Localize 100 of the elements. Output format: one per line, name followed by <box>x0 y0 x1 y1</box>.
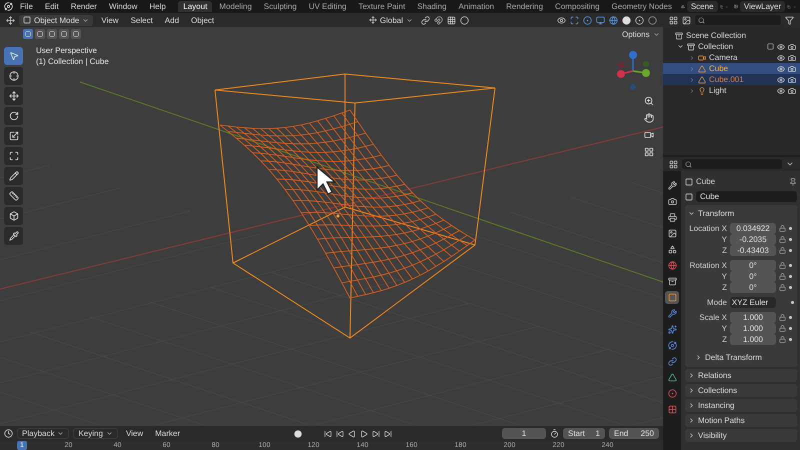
outliner-row[interactable]: Camera <box>663 52 800 63</box>
subpanel-header[interactable]: Delta Transform <box>685 351 797 363</box>
panel-header[interactable]: Instancing <box>685 399 797 412</box>
pencil-icon <box>8 171 18 181</box>
origin-dot <box>336 214 340 218</box>
menu-item[interactable]: Edit <box>40 2 64 11</box>
panel-header[interactable]: Relations <box>685 369 797 382</box>
triangle-icon <box>668 373 676 382</box>
camera-icon <box>698 54 706 62</box>
tool-button[interactable] <box>4 47 23 65</box>
options-dropdown[interactable]: Options <box>618 29 663 40</box>
timer-icon <box>550 429 559 438</box>
tool-button[interactable] <box>4 147 23 165</box>
keyframe-dot[interactable] <box>789 327 792 330</box>
number-field[interactable]: 0° <box>730 282 776 293</box>
outliner-row[interactable]: Cube.001 <box>663 74 800 85</box>
menu-item[interactable]: Render <box>66 2 102 11</box>
camera-icon <box>668 197 676 206</box>
keyframe-dot[interactable] <box>791 301 794 304</box>
outliner-row[interactable]: Scene Collection <box>663 30 800 41</box>
outliner-row[interactable]: Collection <box>663 41 800 52</box>
menu-item[interactable]: View <box>97 14 123 26</box>
menu-item[interactable]: Object <box>187 14 218 26</box>
workspace-tab[interactable]: UV Editing <box>304 1 352 12</box>
menu-item[interactable]: File <box>15 2 38 11</box>
workspace-tab[interactable]: Texture Paint <box>353 1 410 12</box>
number-field[interactable]: -0.43403 <box>730 245 776 256</box>
panel-header[interactable]: Collections <box>685 384 797 397</box>
keyframe-dot[interactable] <box>789 275 792 278</box>
menu-item[interactable]: Select <box>126 14 157 26</box>
caret-icon <box>57 430 64 437</box>
search-field[interactable] <box>695 15 781 25</box>
panel-header[interactable]: Visibility <box>685 429 797 442</box>
3d-viewport[interactable]: Options User Perspective (1) Collection | Cube <box>0 27 663 426</box>
mode-dropdown[interactable]: Object Mode <box>19 14 94 26</box>
expand-toggle[interactable] <box>677 43 684 50</box>
tool-button[interactable] <box>4 67 23 85</box>
tool-button[interactable] <box>4 107 23 125</box>
tool-button[interactable] <box>4 167 23 185</box>
search-icon <box>685 160 692 168</box>
orientation-dropdown[interactable]: Global <box>364 14 417 26</box>
tool-icon <box>668 181 676 190</box>
keyframe-dot[interactable] <box>789 238 792 241</box>
keyframe-dot[interactable] <box>789 264 792 267</box>
workspace-tab[interactable]: Rendering <box>501 1 548 12</box>
number-field[interactable]: 0.034922 <box>730 223 776 234</box>
menu-item[interactable]: Playback <box>17 428 70 439</box>
name-field[interactable]: Cube <box>696 191 797 202</box>
property-label: Rotation X <box>688 261 727 270</box>
menu-item[interactable]: Marker <box>151 428 184 439</box>
outliner-row[interactable]: Cube <box>663 63 800 74</box>
tool-button[interactable] <box>4 87 23 105</box>
select-mode-button[interactable] <box>59 29 69 39</box>
keyframe-dot[interactable] <box>789 316 792 319</box>
tool-button[interactable] <box>4 207 23 225</box>
panel-header[interactable]: Transform <box>685 207 797 219</box>
end-frame-field[interactable]: End 250 <box>609 428 659 439</box>
menu-item[interactable]: Help <box>144 2 171 11</box>
current-frame-field[interactable]: 1 <box>502 428 546 439</box>
menu-item[interactable]: Keying <box>73 428 118 439</box>
select-mode-button[interactable] <box>47 29 57 39</box>
keyframe-dot[interactable] <box>789 286 792 289</box>
lock-icon <box>779 284 786 291</box>
camera-icon <box>788 76 796 84</box>
workspace-tab[interactable]: Animation <box>454 1 500 12</box>
mode-dropdown[interactable]: XYZ Euler <box>730 297 776 308</box>
wrench-icon <box>668 309 676 318</box>
workspace-tab[interactable]: Modeling <box>214 1 257 12</box>
menu-item[interactable]: View <box>122 428 148 439</box>
workspace-tab[interactable]: Sculpting <box>258 1 302 12</box>
app-logo-icon[interactable] <box>4 2 13 11</box>
number-field[interactable]: 1.000 <box>730 323 776 334</box>
tool-button[interactable] <box>4 127 23 145</box>
menu-item[interactable]: Window <box>104 2 142 11</box>
tool-button[interactable] <box>4 227 23 245</box>
keyframe-dot[interactable] <box>789 338 792 341</box>
search-field[interactable] <box>682 159 782 169</box>
workspace-tab[interactable]: Layout <box>178 1 212 12</box>
outliner-row[interactable]: Light <box>663 85 800 96</box>
workspace-tab[interactable]: Shading <box>412 1 452 12</box>
keyframe-dot[interactable] <box>789 249 792 252</box>
workspace-tab[interactable]: Compositing <box>550 1 605 12</box>
number-field[interactable]: -0.2035 <box>730 234 776 245</box>
number-field[interactable]: 0° <box>730 271 776 282</box>
select-mode-button[interactable] <box>35 29 45 39</box>
keyframe-dot[interactable] <box>789 227 792 230</box>
checkbox-icon <box>767 43 774 50</box>
number-field[interactable]: 0° <box>730 260 776 271</box>
menu-item[interactable]: Add <box>160 14 184 26</box>
start-frame-field[interactable]: Start 1 <box>563 428 605 439</box>
tool-button[interactable] <box>4 187 23 205</box>
panel-header[interactable]: Motion Paths <box>685 414 797 427</box>
number-field[interactable]: 1.000 <box>730 334 776 345</box>
select-mode-button[interactable] <box>23 29 33 39</box>
properties-tab[interactable] <box>665 291 679 304</box>
view-layer-selector[interactable]: ViewLayer <box>740 1 786 12</box>
scene-selector[interactable]: Scene <box>686 1 718 12</box>
select-mode-button[interactable] <box>71 29 81 39</box>
number-field[interactable]: 1.000 <box>730 312 776 323</box>
workspace-tab[interactable]: Geometry Nodes <box>606 1 677 12</box>
